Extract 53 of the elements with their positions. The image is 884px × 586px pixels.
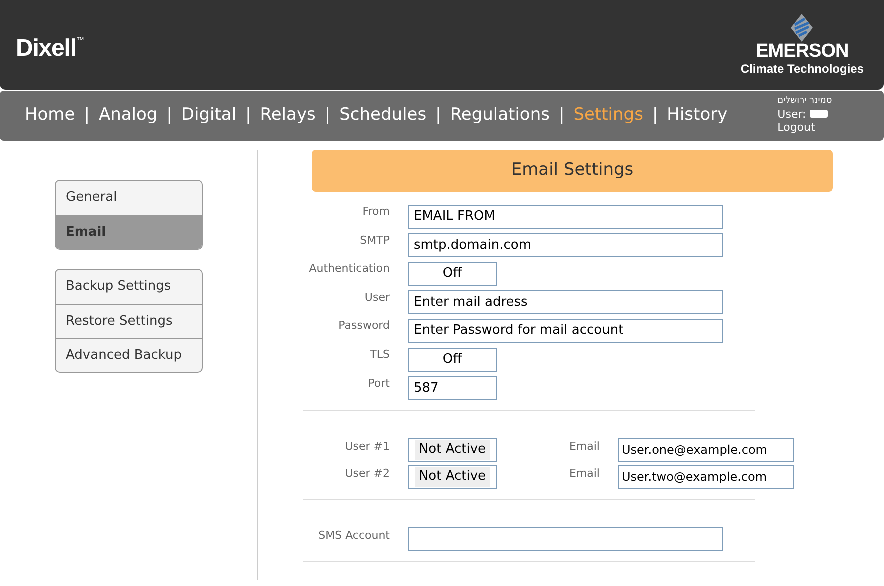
field-label: User bbox=[364, 290, 390, 306]
field-label: Email bbox=[568, 466, 600, 482]
section-title: Email Settings bbox=[312, 150, 833, 192]
field-label: User #1 bbox=[344, 439, 390, 455]
nav-separator: | bbox=[436, 104, 442, 128]
status-label: Not Active bbox=[414, 467, 490, 487]
site-name: סמינר ירושלים bbox=[778, 94, 832, 108]
nav-link[interactable]: Analog bbox=[98, 103, 158, 129]
brand-logo: Dixell bbox=[16, 34, 76, 64]
email-field[interactable]: User.two@example.com bbox=[618, 465, 794, 489]
field-label: Email bbox=[568, 439, 600, 455]
nav-separator: | bbox=[652, 104, 658, 128]
nav-link[interactable]: Digital bbox=[181, 103, 237, 129]
nav-link[interactable]: Schedules bbox=[340, 103, 427, 129]
nav-separator: | bbox=[246, 104, 252, 128]
field-label: SMS Account bbox=[318, 528, 390, 544]
nav-link[interactable]: Home bbox=[25, 103, 76, 129]
nav-separator: | bbox=[324, 104, 331, 128]
email-field[interactable]: User.one@example.com bbox=[618, 438, 794, 462]
nav-separator: | bbox=[166, 104, 172, 128]
field-label: Password bbox=[338, 318, 390, 334]
trademark: ™ bbox=[76, 35, 84, 47]
nav-link[interactable]: Relays bbox=[260, 103, 316, 129]
nav-separator: | bbox=[84, 104, 90, 128]
input-field[interactable]: EMAIL FROM bbox=[408, 204, 723, 228]
menu-item[interactable]: Restore Settings bbox=[56, 304, 202, 338]
user-label: User: bbox=[778, 108, 806, 120]
redacted-block bbox=[810, 110, 828, 118]
logout-link[interactable]: Logout bbox=[778, 120, 832, 134]
input-field[interactable]: smtp.domain.com bbox=[408, 233, 723, 257]
toggle-button[interactable]: Off bbox=[408, 348, 497, 372]
field-label: From bbox=[362, 204, 390, 220]
input-field[interactable]: Enter mail adress bbox=[408, 290, 723, 314]
menu-item[interactable]: Backup Settings bbox=[56, 270, 202, 304]
field-label: Port bbox=[367, 376, 390, 392]
field-label: User #2 bbox=[344, 466, 390, 482]
nav-separator: | bbox=[558, 104, 565, 128]
diamond-logo-icon bbox=[791, 14, 814, 42]
status-label: Not Active bbox=[414, 440, 490, 460]
partner-logo: EMERSON bbox=[756, 42, 849, 62]
partner-tagline: Climate Technologies bbox=[740, 62, 864, 76]
field-label: Authentication bbox=[308, 261, 390, 277]
input-field[interactable]: Enter Password for mail account bbox=[408, 318, 723, 343]
menu-item[interactable]: Advanced Backup bbox=[56, 338, 202, 372]
nav-link[interactable]: History bbox=[667, 103, 728, 129]
field-label: TLS bbox=[369, 346, 390, 363]
menu-item[interactable]: General bbox=[56, 181, 202, 215]
input-field[interactable] bbox=[408, 527, 723, 551]
input-field[interactable]: 587 bbox=[408, 376, 497, 400]
field-label: SMTP bbox=[359, 232, 390, 248]
nav-link[interactable]: Regulations bbox=[450, 103, 550, 129]
toggle-button[interactable]: Off bbox=[408, 262, 497, 286]
menu-item[interactable]: Email bbox=[56, 215, 202, 249]
